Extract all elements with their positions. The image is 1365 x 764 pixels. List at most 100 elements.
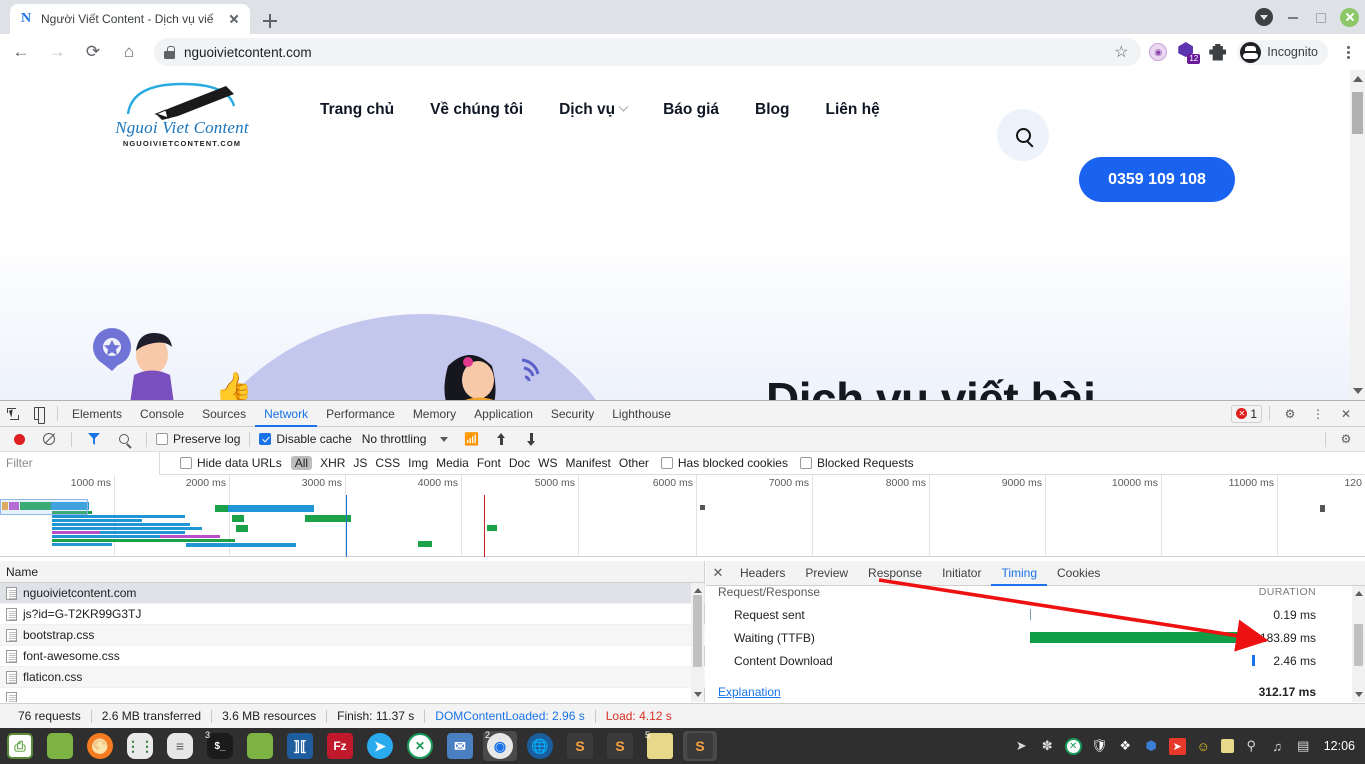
taskbar-item-sublime-text-3[interactable]: S [683, 731, 717, 761]
table-row[interactable]: nguoivietcontent.com [0, 583, 705, 604]
taskbar-item-filezilla[interactable]: Fz [323, 731, 357, 761]
timing-scrollbar-thumb[interactable] [1354, 624, 1363, 666]
tray-icon-volume[interactable]: ♫ [1269, 738, 1286, 755]
search-icon[interactable] [111, 426, 137, 452]
scroll-up-icon[interactable] [1353, 76, 1363, 82]
filter-type-other[interactable]: Other [619, 456, 649, 470]
taskbar-item-vscode[interactable]: ⟧⟦ [283, 731, 317, 761]
browser-menu-icon[interactable] [1339, 43, 1357, 61]
scroll-down-icon[interactable] [694, 692, 702, 697]
detail-tab-initiator[interactable]: Initiator [932, 561, 991, 586]
forward-icon[interactable]: → [42, 37, 72, 67]
record-button[interactable] [6, 426, 32, 452]
disable-cache-toggle[interactable]: Disable cache [259, 432, 352, 446]
taskbar-item-terminal[interactable]: $_ 3 [203, 730, 237, 761]
chevron-down-icon[interactable] [1255, 8, 1273, 26]
nav-item-bao-gia[interactable]: Báo giá [663, 101, 719, 119]
nav-item-dich-vu[interactable]: Dịch vụ [559, 101, 629, 119]
devtools-tab-application[interactable]: Application [465, 401, 542, 427]
network-overview-timeline[interactable]: 1000 ms 2000 ms 3000 ms 4000 ms 5000 ms … [0, 475, 1365, 557]
filter-input[interactable] [0, 451, 160, 475]
has-blocked-cookies-toggle[interactable]: Has blocked cookies [660, 456, 788, 470]
devtools-tab-network[interactable]: Network [255, 401, 317, 427]
table-row[interactable]: flaticon.css [0, 667, 705, 688]
devtools-tab-sources[interactable]: Sources [193, 401, 255, 427]
explanation-link[interactable]: Explanation [718, 685, 781, 699]
taskbar-item-mail[interactable]: ✉ [443, 731, 477, 761]
taskbar-item-xampp[interactable]: ✕ [403, 731, 437, 761]
minimize-icon[interactable] [1286, 10, 1300, 24]
tray-icon-bluetooth[interactable]: ⬢ [1143, 738, 1160, 755]
filter-type-manifest[interactable]: Manifest [566, 456, 611, 470]
detail-tab-preview[interactable]: Preview [795, 561, 858, 586]
table-row[interactable]: js?id=G-T2KR99G3TJ [0, 604, 705, 625]
hide-data-urls-checkbox[interactable] [180, 457, 192, 469]
detail-tab-cookies[interactable]: Cookies [1047, 561, 1110, 586]
taskbar-item-files-green[interactable] [43, 731, 77, 761]
export-har-icon[interactable] [518, 426, 544, 452]
hide-data-urls-toggle[interactable]: Hide data URLs [180, 456, 282, 470]
taskbar-item-firefox[interactable]: 🌕 [83, 731, 117, 761]
devtools-tab-performance[interactable]: Performance [317, 401, 404, 427]
nav-item-lien-he[interactable]: Liên hệ [825, 101, 879, 119]
requests-scrollbar[interactable] [691, 583, 704, 702]
tray-icon-spiral[interactable]: ✽ [1039, 738, 1056, 755]
detail-tab-timing[interactable]: Timing [991, 561, 1047, 586]
filter-type-all[interactable]: All [290, 456, 313, 470]
requests-scrollbar-thumb[interactable] [693, 595, 702, 667]
close-detail-icon[interactable]: ✕ [706, 561, 730, 586]
taskbar-item-notes[interactable]: 5 [643, 730, 677, 761]
reload-icon[interactable]: ⟳ [78, 37, 108, 67]
tray-icon-notes[interactable] [1220, 739, 1234, 753]
preserve-log-checkbox[interactable] [156, 433, 168, 445]
filter-type-media[interactable]: Media [436, 456, 469, 470]
inspect-element-icon[interactable] [0, 401, 26, 427]
table-row[interactable]: font-awesome.css [0, 646, 705, 667]
tray-icon-dropbox[interactable]: ❖ [1117, 738, 1134, 755]
filter-type-js[interactable]: JS [353, 456, 367, 470]
devtools-tab-security[interactable]: Security [542, 401, 603, 427]
has-blocked-cookies-checkbox[interactable] [660, 457, 673, 469]
network-conditions-icon[interactable]: 📶 [458, 426, 484, 452]
tray-icon-shield[interactable]: 🛡 [1091, 738, 1108, 755]
filter-type-img[interactable]: Img [408, 456, 428, 470]
disable-cache-checkbox[interactable] [259, 433, 272, 445]
network-settings-gear-icon[interactable]: ⚙ [1333, 426, 1359, 452]
taskbar-clock[interactable]: 12:06 [1324, 739, 1355, 753]
taskbar-item-sublime-text-2[interactable]: S [603, 731, 637, 761]
taskbar-item-menu-mint[interactable]: ⎙ [3, 731, 37, 761]
address-bar[interactable]: nguoivietcontent.com ☆ [154, 38, 1142, 66]
page-scrollbar[interactable] [1350, 70, 1365, 400]
detail-tab-headers[interactable]: Headers [730, 561, 795, 586]
scroll-up-icon[interactable] [694, 588, 702, 593]
site-phone-button[interactable]: 0359 109 108 [1079, 157, 1235, 202]
taskbar-item-telegram[interactable]: ➤ [363, 731, 397, 761]
devtools-tab-memory[interactable]: Memory [404, 401, 465, 427]
table-row[interactable] [0, 688, 705, 702]
home-icon[interactable]: ⌂ [114, 37, 144, 67]
nav-item-trang-chu[interactable]: Trang chủ [320, 101, 394, 119]
taskbar-item-calculator[interactable]: ⋮⋮ [123, 731, 157, 761]
overview-selection-window[interactable] [0, 499, 88, 515]
back-icon[interactable]: ← [6, 37, 36, 67]
taskbar-item-chrome[interactable]: ◉ 2 [483, 730, 517, 761]
nav-item-ve-chung-toi[interactable]: Về chúng tôi [430, 101, 523, 119]
scroll-up-icon[interactable] [1355, 591, 1363, 596]
maximize-icon[interactable] [1313, 10, 1327, 24]
requests-list[interactable]: nguoivietcontent.com js?id=G-T2KR99G3TJ … [0, 583, 705, 702]
throttling-dropdown[interactable]: No throttling [362, 432, 449, 446]
filter-type-ws[interactable]: WS [538, 456, 557, 470]
new-tab-icon[interactable] [258, 9, 282, 33]
devtools-more-icon[interactable]: ⋮ [1305, 401, 1331, 427]
device-toolbar-icon[interactable] [26, 401, 52, 427]
tray-icon-printer[interactable]: ⚲ [1243, 738, 1260, 755]
taskbar-item-sublime-text[interactable]: S [563, 731, 597, 761]
clear-network-icon[interactable] [36, 426, 62, 452]
taskbar-item-file-manager[interactable] [243, 731, 277, 761]
devtools-tab-elements[interactable]: Elements [63, 401, 131, 427]
extension-purple-icon[interactable]: ◉ [1149, 43, 1168, 61]
tray-icon-red-app[interactable]: ➤ [1168, 737, 1186, 755]
filter-type-css[interactable]: CSS [375, 456, 400, 470]
filter-type-doc[interactable]: Doc [509, 456, 530, 470]
close-window-icon[interactable] [1340, 7, 1359, 27]
